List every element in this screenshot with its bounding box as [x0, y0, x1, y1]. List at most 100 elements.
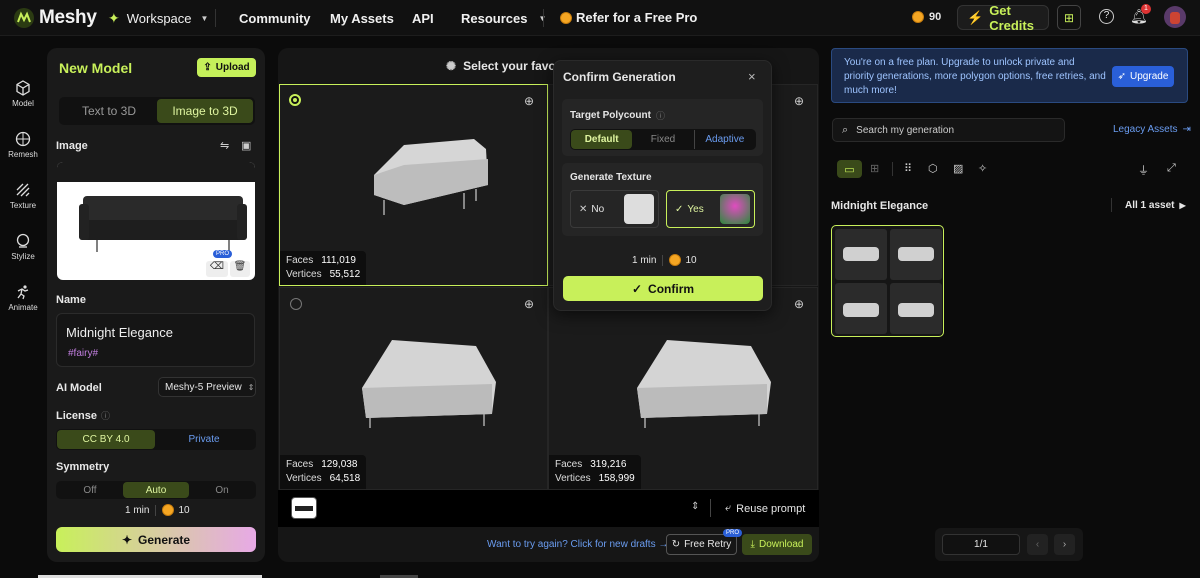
upgrade-banner: You're on a free plan. Upgrade to unlock…	[831, 48, 1188, 103]
gift-button[interactable]: ⊞	[1057, 5, 1081, 30]
help-icon[interactable]: ?	[1099, 9, 1114, 24]
draft-radio[interactable]	[290, 298, 302, 310]
all-filter-icon[interactable]: ⠿	[904, 162, 912, 175]
folder-icon: ▭	[844, 163, 855, 176]
ai-model-value: Meshy-5 Preview	[165, 381, 242, 393]
draft-cell[interactable]: ⊕ Faces 319,216 Vertices 158,999	[548, 287, 818, 490]
vertices-value: 64,518	[329, 473, 361, 484]
sidebar-item-texture[interactable]: Texture	[0, 182, 46, 210]
texture-no-option[interactable]: ✕ No	[570, 190, 659, 228]
textured-preview	[720, 194, 750, 224]
license-label: License	[56, 409, 97, 422]
refer-label: Refer for a Free Pro	[576, 10, 698, 25]
faces-value: 129,038	[321, 459, 358, 470]
upload-button[interactable]: ⇪ Upload	[197, 58, 256, 77]
zoom-icon[interactable]: ⊕	[794, 94, 804, 108]
polycount-header: Target Polycount ⓘ	[570, 109, 665, 122]
page-indicator[interactable]: 1/1	[942, 534, 1020, 555]
texture-filter-icon[interactable]: ▨	[953, 162, 963, 175]
generate-button[interactable]: ✦ Generate	[56, 527, 256, 552]
trash-button[interactable]: 🗑︎	[230, 261, 250, 277]
untextured-preview	[624, 194, 654, 224]
workspace-menu[interactable]: ✦ Workspace ▼	[108, 10, 208, 27]
prev-page-button[interactable]: ‹	[1027, 534, 1048, 555]
name-field[interactable]: Midnight Elegance #fairy#	[56, 313, 255, 367]
grid-view-icon[interactable]: ⊞	[870, 162, 879, 175]
texture-label: Generate Texture	[570, 172, 652, 183]
time-estimate: 1 min	[632, 254, 657, 266]
symmetry-on[interactable]: On	[189, 482, 255, 498]
polycount-adaptive[interactable]: Adaptive	[693, 130, 755, 149]
draft-radio-selected[interactable]	[289, 94, 301, 106]
confirm-estimate: 1 min 10	[632, 254, 697, 266]
asset-count-link[interactable]: All 1 asset ▶	[1125, 200, 1186, 211]
nav-community[interactable]: Community	[239, 11, 311, 26]
panel-title: New Model	[59, 60, 133, 76]
expand-updown-icon[interactable]: ⇕	[691, 501, 699, 512]
polycount-default[interactable]: Default	[571, 130, 633, 149]
avatar[interactable]	[1164, 6, 1186, 28]
texture-yes-option[interactable]: ✓ Yes	[666, 190, 755, 228]
close-icon[interactable]: ×	[748, 69, 756, 84]
license-cc-by[interactable]: CC BY 4.0	[57, 430, 155, 449]
symmetry-auto[interactable]: Auto	[123, 482, 189, 498]
folder-view-button[interactable]: ▭	[837, 160, 862, 178]
get-credits-button[interactable]: ⚡ Get Credits	[957, 3, 1049, 33]
tab-image-to-3d[interactable]: Image to 3D	[157, 99, 253, 123]
nav-api[interactable]: API	[412, 11, 434, 26]
ai-model-select[interactable]: Meshy-5 Preview ⇕	[158, 377, 256, 397]
filter-icon[interactable]: ⏚	[1138, 162, 1149, 178]
draft-cell[interactable]: ⊕ Faces 111,019 Vertices 55,512	[279, 84, 548, 286]
free-retry-label: Free Retry	[684, 539, 732, 550]
zoom-icon[interactable]: ⊕	[794, 297, 804, 311]
license-private[interactable]: Private	[155, 430, 253, 449]
prompt-image-thumb[interactable]	[291, 497, 317, 519]
logo[interactable]: Meshy	[12, 6, 97, 30]
sofa-model	[374, 139, 488, 215]
polycount-fixed[interactable]: Fixed	[632, 130, 693, 149]
nav-my-assets[interactable]: My Assets	[330, 11, 394, 26]
download-button[interactable]: ⤓ Download	[742, 534, 812, 555]
sidebar-item-animate[interactable]: Animate	[0, 284, 46, 312]
model-filter-icon[interactable]: ⬡	[928, 162, 938, 175]
reuse-prompt-button[interactable]: ⤶ Reuse prompt	[725, 502, 805, 515]
new-model-panel: New Model ⇪ Upload Text to 3D Image to 3…	[47, 48, 265, 562]
try-again-link[interactable]: Want to try again? Click for new drafts …	[487, 539, 668, 550]
animate-filter-icon[interactable]: ✧	[978, 162, 987, 175]
confirm-label: Confirm	[648, 281, 695, 296]
confirm-generation-dialog: Confirm Generation × Target Polycount ⓘ …	[553, 60, 772, 311]
free-retry-button[interactable]: ↻ Free Retry	[666, 534, 737, 555]
confirm-button[interactable]: ✓ Confirm	[563, 276, 763, 301]
asset-card[interactable]	[831, 225, 944, 337]
faces-label: Faces	[286, 459, 314, 470]
sidebar-item-label: Model	[12, 99, 34, 108]
sidebar-item-model[interactable]: Model	[0, 80, 46, 108]
eraser-button[interactable]: ⌫	[206, 261, 228, 277]
zoom-icon[interactable]: ⊕	[524, 94, 534, 108]
sidebar-item-label: Stylize	[11, 252, 35, 261]
coin-icon	[162, 504, 175, 516]
image-adjust-icon[interactable]: ⇋	[220, 139, 229, 152]
chevron-right-icon: ▶	[1179, 201, 1186, 210]
symmetry-off[interactable]: Off	[57, 482, 123, 498]
next-page-button[interactable]: ›	[1054, 534, 1075, 555]
draft-cell[interactable]: ⊕ Faces 129,038 Vertices 64,518	[279, 287, 548, 490]
faces-label: Faces	[286, 255, 314, 266]
upgrade-button[interactable]: ➶ Upgrade	[1112, 66, 1174, 87]
search-field[interactable]: ⌕ Search my generation	[832, 118, 1065, 142]
drafts-header: ✺ Select your favori	[446, 59, 564, 73]
info-icon[interactable]: ⓘ	[101, 409, 110, 422]
nav-resources[interactable]: Resources ▼	[461, 11, 546, 26]
legacy-assets-link[interactable]: Legacy Assets ⇥	[1113, 124, 1191, 135]
expand-icon[interactable]: ⤢	[1167, 162, 1176, 175]
info-icon[interactable]: ⓘ	[656, 109, 665, 122]
sidebar-item-remesh[interactable]: Remesh	[0, 131, 46, 159]
animate-icon	[17, 285, 29, 300]
refer-link[interactable]: Refer for a Free Pro	[560, 10, 697, 25]
zoom-icon[interactable]: ⊕	[524, 297, 534, 311]
tab-text-to-3d[interactable]: Text to 3D	[61, 99, 157, 123]
generate-label: Generate	[138, 532, 191, 547]
sidebar-item-stylize[interactable]: Stylize	[0, 233, 46, 261]
image-gallery-icon[interactable]: ▣	[241, 139, 251, 152]
mode-tabs: Text to 3D Image to 3D	[59, 97, 255, 125]
